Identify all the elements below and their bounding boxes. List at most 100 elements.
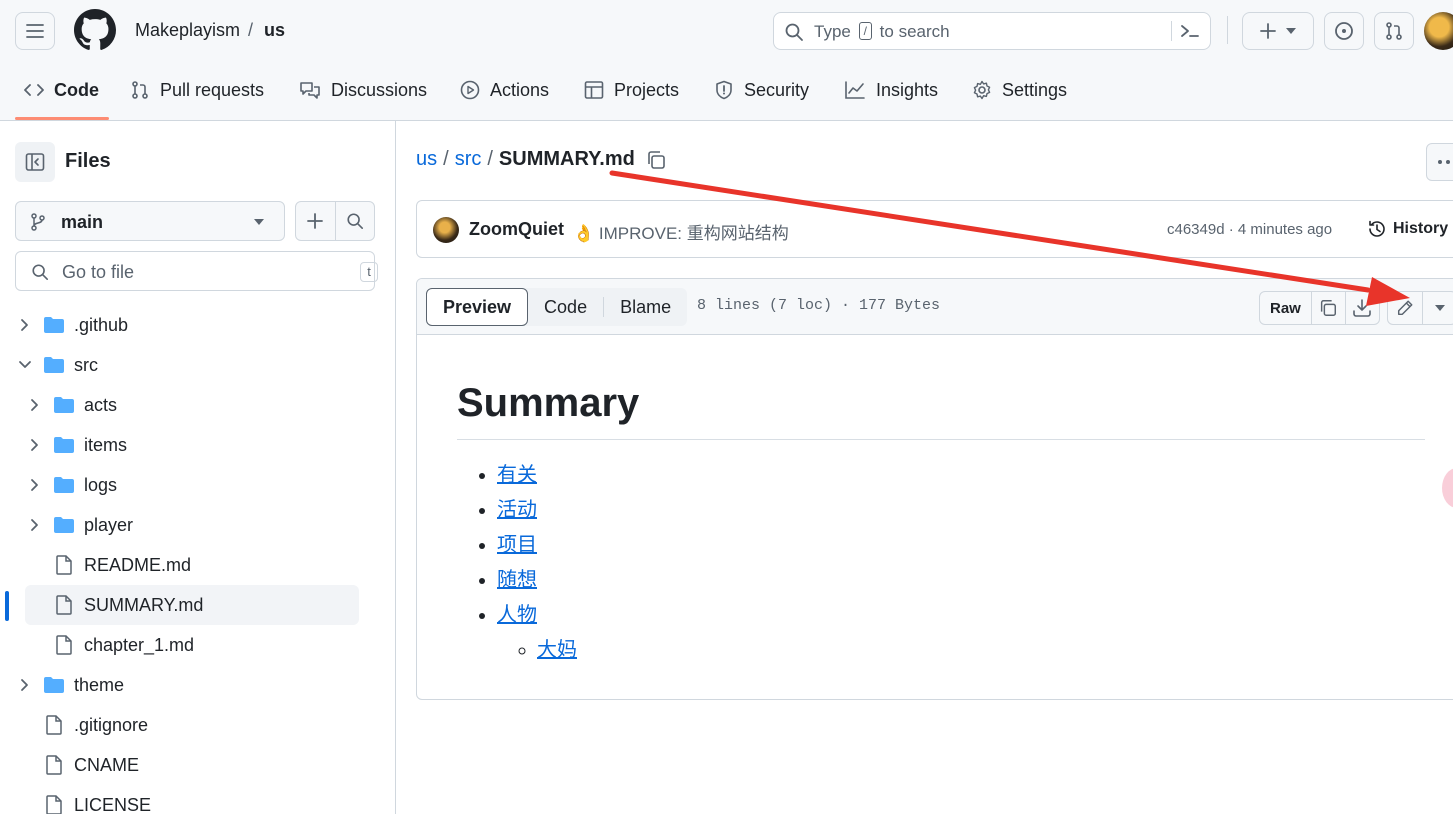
branch-name: main — [61, 212, 104, 232]
summary-link[interactable]: 活动 — [497, 499, 537, 521]
breadcrumb-repo-link[interactable]: us — [416, 148, 437, 171]
commit-message[interactable]: 👌 IMPROVE: 重构网站结构 — [573, 219, 789, 244]
edit-options-dropdown[interactable] — [1422, 292, 1453, 324]
tree-file-row[interactable]: .gitignore — [15, 705, 365, 745]
breadcrumb-separator: / — [487, 148, 493, 170]
code-tab[interactable]: Code — [528, 288, 603, 326]
tree-file-row[interactable]: LICENSE — [15, 785, 365, 814]
github-logo-icon[interactable] — [74, 9, 116, 51]
go-to-file-input[interactable]: Go to file t — [15, 251, 378, 291]
chevron-right-icon[interactable] — [20, 318, 30, 332]
tree-folder-row[interactable]: acts — [25, 385, 365, 425]
tree-toggle[interactable] — [25, 438, 45, 452]
history-button[interactable]: History — [1367, 219, 1448, 239]
download-button[interactable] — [1344, 292, 1379, 324]
copy-path-icon[interactable] — [645, 149, 667, 171]
discussions-icon — [300, 82, 320, 99]
tree-folder-row[interactable]: items — [25, 425, 365, 465]
file-icon-wrap — [53, 555, 75, 575]
collapse-sidebar-button[interactable] — [15, 142, 55, 182]
tree-toggle[interactable] — [15, 360, 35, 370]
tree-item-label: player — [84, 514, 134, 535]
global-search-input[interactable]: Type / to search — [773, 12, 1211, 50]
tree-toggle[interactable] — [25, 478, 45, 492]
tree-toggle[interactable] — [25, 398, 45, 412]
author-avatar[interactable] — [433, 217, 459, 243]
create-new-button[interactable] — [1242, 12, 1314, 50]
tab-settings-label: Settings — [1002, 79, 1068, 100]
tree-toggle[interactable] — [15, 678, 35, 692]
tree-toggle[interactable] — [25, 518, 45, 532]
tab-settings[interactable]: Settings — [972, 60, 1067, 120]
graph-icon — [845, 81, 865, 99]
owner-link[interactable]: Makeplayism — [135, 20, 240, 41]
summary-link[interactable]: 大妈 — [537, 639, 577, 661]
copy-raw-button[interactable] — [1310, 292, 1345, 324]
tree-item-label: .gitignore — [74, 714, 149, 735]
search-icon — [347, 213, 363, 230]
tab-code[interactable]: Code — [24, 60, 99, 120]
issues-button[interactable] — [1324, 12, 1364, 50]
tree-item-label: src — [74, 354, 98, 375]
tree-folder-row[interactable]: .github — [15, 305, 365, 345]
go-to-file-placeholder: Go to file — [62, 262, 135, 282]
tree-folder-row[interactable]: player — [25, 505, 365, 545]
file-viewer: Preview Code Blame 8 lines (7 loc) · 177… — [416, 278, 1453, 700]
summary-link[interactable]: 随想 — [497, 569, 537, 591]
list-item: 人物 大妈 — [497, 598, 1425, 668]
tab-insights[interactable]: Insights — [844, 60, 938, 120]
command-palette-icon[interactable] — [1179, 21, 1201, 41]
search-icon — [785, 23, 803, 41]
summary-link[interactable]: 项目 — [497, 534, 537, 556]
search-files-button[interactable] — [334, 202, 374, 240]
chevron-right-icon[interactable] — [30, 478, 40, 492]
raw-button[interactable]: Raw — [1260, 292, 1311, 324]
chevron-right-icon[interactable] — [20, 678, 30, 692]
tree-file-row[interactable]: SUMMARY.md — [25, 585, 359, 625]
summary-link[interactable]: 人物 — [497, 604, 537, 626]
repo-navigation: Code Pull requests Discussions Actions P… — [0, 60, 1453, 121]
caret-down-icon — [1434, 305, 1445, 311]
tab-pull-requests[interactable]: Pull requests — [130, 60, 264, 120]
history-icon — [1369, 220, 1385, 237]
repo-link[interactable]: us — [264, 20, 285, 41]
branch-selector[interactable]: main — [15, 201, 285, 241]
copy-icon — [1321, 300, 1337, 316]
tab-projects[interactable]: Projects — [584, 60, 679, 120]
add-file-button[interactable] — [296, 202, 335, 240]
tab-actions[interactable]: Actions — [460, 60, 549, 120]
commit-sha-time[interactable]: c46349d · 4 minutes ago — [1167, 221, 1332, 238]
commit-author[interactable]: ZoomQuiet — [469, 219, 564, 240]
chevron-right-icon[interactable] — [30, 398, 40, 412]
preview-tab[interactable]: Preview — [426, 288, 529, 326]
tree-toggle[interactable] — [15, 318, 35, 332]
tree-folder-row[interactable]: theme — [15, 665, 365, 705]
user-avatar[interactable] — [1424, 12, 1453, 50]
list-item: 大妈 — [537, 633, 1425, 668]
tree-item-label: LICENSE — [74, 794, 152, 814]
download-icon — [1353, 299, 1372, 317]
tree-file-row[interactable]: README.md — [25, 545, 365, 585]
breadcrumb-folder-link[interactable]: src — [455, 148, 482, 171]
chevron-right-icon[interactable] — [30, 518, 40, 532]
tab-discussions[interactable]: Discussions — [299, 60, 427, 120]
shield-icon — [716, 80, 732, 100]
tab-security[interactable]: Security — [714, 60, 809, 120]
kebab-horizontal-icon — [1438, 160, 1450, 164]
caret-down-icon — [1286, 28, 1296, 34]
more-options-button[interactable] — [1426, 143, 1453, 181]
pull-requests-button[interactable] — [1374, 12, 1414, 50]
global-header: Makeplayism / us Type / to search — [0, 0, 1453, 60]
folder-icon — [44, 357, 64, 373]
tree-folder-row[interactable]: src — [15, 345, 365, 385]
tree-folder-row[interactable]: logs — [25, 465, 365, 505]
menu-button[interactable] — [15, 12, 55, 50]
edit-file-button[interactable] — [1388, 292, 1422, 324]
chevron-down-icon[interactable] — [18, 360, 32, 370]
tree-file-row[interactable]: chapter_1.md — [25, 625, 365, 665]
summary-link[interactable]: 有关 — [497, 464, 537, 486]
tree-file-row[interactable]: CNAME — [15, 745, 365, 785]
chevron-right-icon[interactable] — [30, 438, 40, 452]
blame-tab[interactable]: Blame — [604, 288, 687, 326]
issue-opened-icon — [1335, 22, 1353, 40]
